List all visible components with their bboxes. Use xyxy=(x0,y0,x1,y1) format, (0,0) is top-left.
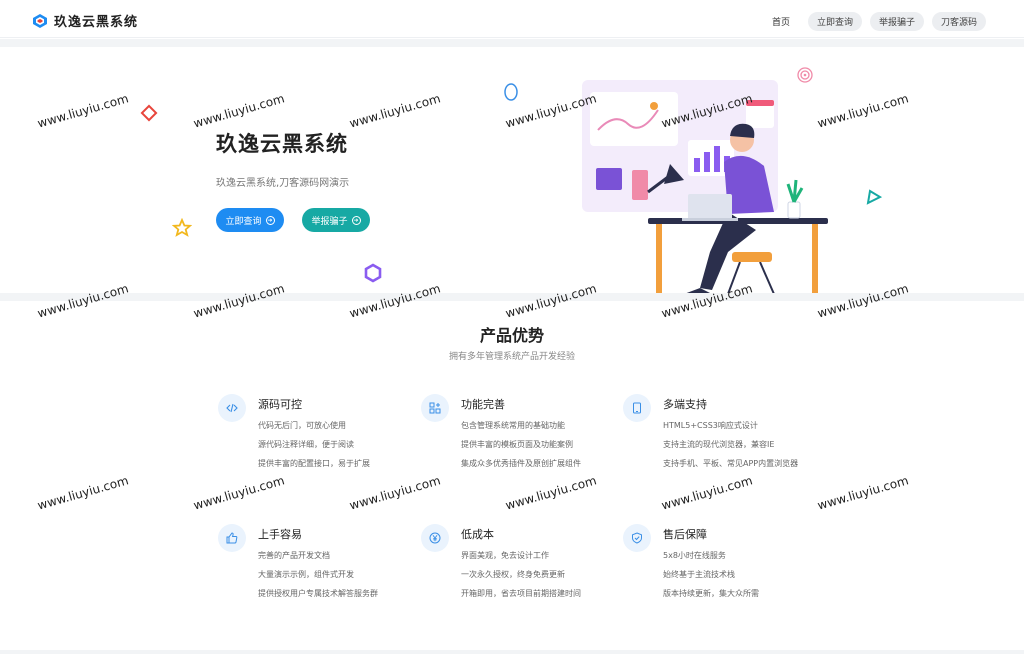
report-button-label: 举报骗子 xyxy=(311,216,348,227)
feature-line: 大量演示示例，组件式开发 xyxy=(258,570,354,579)
feature-line: 界面美观，免去设计工作 xyxy=(461,551,549,560)
grid-icon xyxy=(421,394,449,422)
feature-line: 支持主流的现代浏览器，兼容IE xyxy=(663,440,775,449)
feature-line: 开箱即用，省去项目前期搭建时间 xyxy=(461,589,581,598)
watermark-text: www.liuyiu.com xyxy=(191,473,287,513)
hero-subtitle: 玖逸云黑系统,刀客源码网演示 xyxy=(216,178,350,189)
feature-line: 始终基于主流技术栈 xyxy=(663,570,735,579)
header-divider-strip xyxy=(0,39,1024,47)
feature-title: 源码可控 xyxy=(258,398,302,411)
code-icon xyxy=(218,394,246,422)
watermark-text: www.liuyiu.com xyxy=(659,473,755,513)
feature-line: 版本持续更新，集大众所需 xyxy=(663,589,759,598)
footer-strip xyxy=(0,650,1024,654)
watermark-text: www.liuyiu.com xyxy=(35,91,131,131)
tablet-icon xyxy=(623,394,651,422)
watermark-text: www.liuyiu.com xyxy=(347,473,443,513)
feature-line: 提供丰富的配置接口，易于扩展 xyxy=(258,459,370,468)
feature-title: 功能完善 xyxy=(461,398,505,411)
feature-line: 5x8小时在线服务 xyxy=(663,551,726,560)
shield-check-icon xyxy=(623,524,651,552)
hero-illustration xyxy=(582,80,828,295)
hero-title: 玖逸云黑系统 xyxy=(216,132,348,156)
features-title: 产品优势 xyxy=(479,326,544,345)
nav-report[interactable]: 举报骗子 xyxy=(869,12,924,31)
watermark-text: www.liuyiu.com xyxy=(35,473,131,513)
report-button[interactable]: 举报骗子 ➜ xyxy=(302,208,370,232)
page: 玖逸云黑系统 首页 立即查询 举报骗子 刀客源码 玖逸云黑系统 玖逸云黑系统,刀… xyxy=(0,0,1024,654)
watermark-text: www.liuyiu.com xyxy=(347,91,443,131)
arrow-right-icon: ➜ xyxy=(265,215,275,225)
arrow-right-icon: ➜ xyxy=(351,215,361,225)
feature-line: 源代码注释详细，便于阅读 xyxy=(258,440,354,449)
feature-title: 上手容易 xyxy=(258,528,302,541)
watermark-text: www.liuyiu.com xyxy=(503,281,599,321)
logo-icon xyxy=(33,13,47,28)
feature-line: 集成众多优秀插件及原创扩展组件 xyxy=(461,459,581,468)
feature-title: 售后保障 xyxy=(663,528,707,541)
feature-line: HTML5+CSS3响应式设计 xyxy=(663,421,758,430)
triangle-decoration-icon xyxy=(866,189,883,205)
watermark-text: www.liuyiu.com xyxy=(503,473,599,513)
diamond-decoration-icon xyxy=(140,104,158,122)
query-button[interactable]: 立即查询 ➜ xyxy=(216,208,284,232)
query-button-label: 立即查询 xyxy=(225,216,262,227)
oval-decoration-icon xyxy=(504,83,518,101)
star-decoration-icon xyxy=(172,218,192,237)
feature-title: 多端支持 xyxy=(663,398,707,411)
feature-line: 包含管理系统常用的基础功能 xyxy=(461,421,565,430)
feature-line: 一次永久授权，终身免费更新 xyxy=(461,570,565,579)
yen-icon xyxy=(421,524,449,552)
watermark-text: www.liuyiu.com xyxy=(35,281,131,321)
watermark-text: www.liuyiu.com xyxy=(347,281,443,321)
feature-line: 提供丰富的模板页面及功能案例 xyxy=(461,440,573,449)
feature-line: 支持手机、平板、常见APP内置浏览器 xyxy=(663,459,799,468)
nav-source[interactable]: 刀客源码 xyxy=(931,12,986,31)
nav-home[interactable]: 首页 xyxy=(762,15,800,28)
features-subtitle: 拥有多年管理系统产品开发经验 xyxy=(448,352,575,362)
watermark-text: www.liuyiu.com xyxy=(815,473,911,513)
feature-line: 完善的产品开发文档 xyxy=(258,551,330,560)
brand-name: 玖逸云黑系统 xyxy=(54,15,139,30)
hexagon-decoration-icon xyxy=(364,263,382,283)
watermark-text: www.liuyiu.com xyxy=(191,281,287,321)
brand-logo[interactable]: 玖逸云黑系统 xyxy=(32,11,138,30)
nav-query[interactable]: 立即查询 xyxy=(807,12,862,31)
watermark-text: www.liuyiu.com xyxy=(191,91,287,131)
feature-line: 代码无后门，可放心使用 xyxy=(258,421,346,430)
main-nav: 首页 立即查询 举报骗子 刀客源码 xyxy=(762,12,986,31)
thumbs-up-icon xyxy=(218,524,246,552)
feature-title: 低成本 xyxy=(461,528,494,541)
top-navbar: 玖逸云黑系统 首页 立即查询 举报骗子 刀客源码 xyxy=(0,0,1024,38)
feature-line: 提供授权用户专属技术解答服务群 xyxy=(258,589,378,598)
